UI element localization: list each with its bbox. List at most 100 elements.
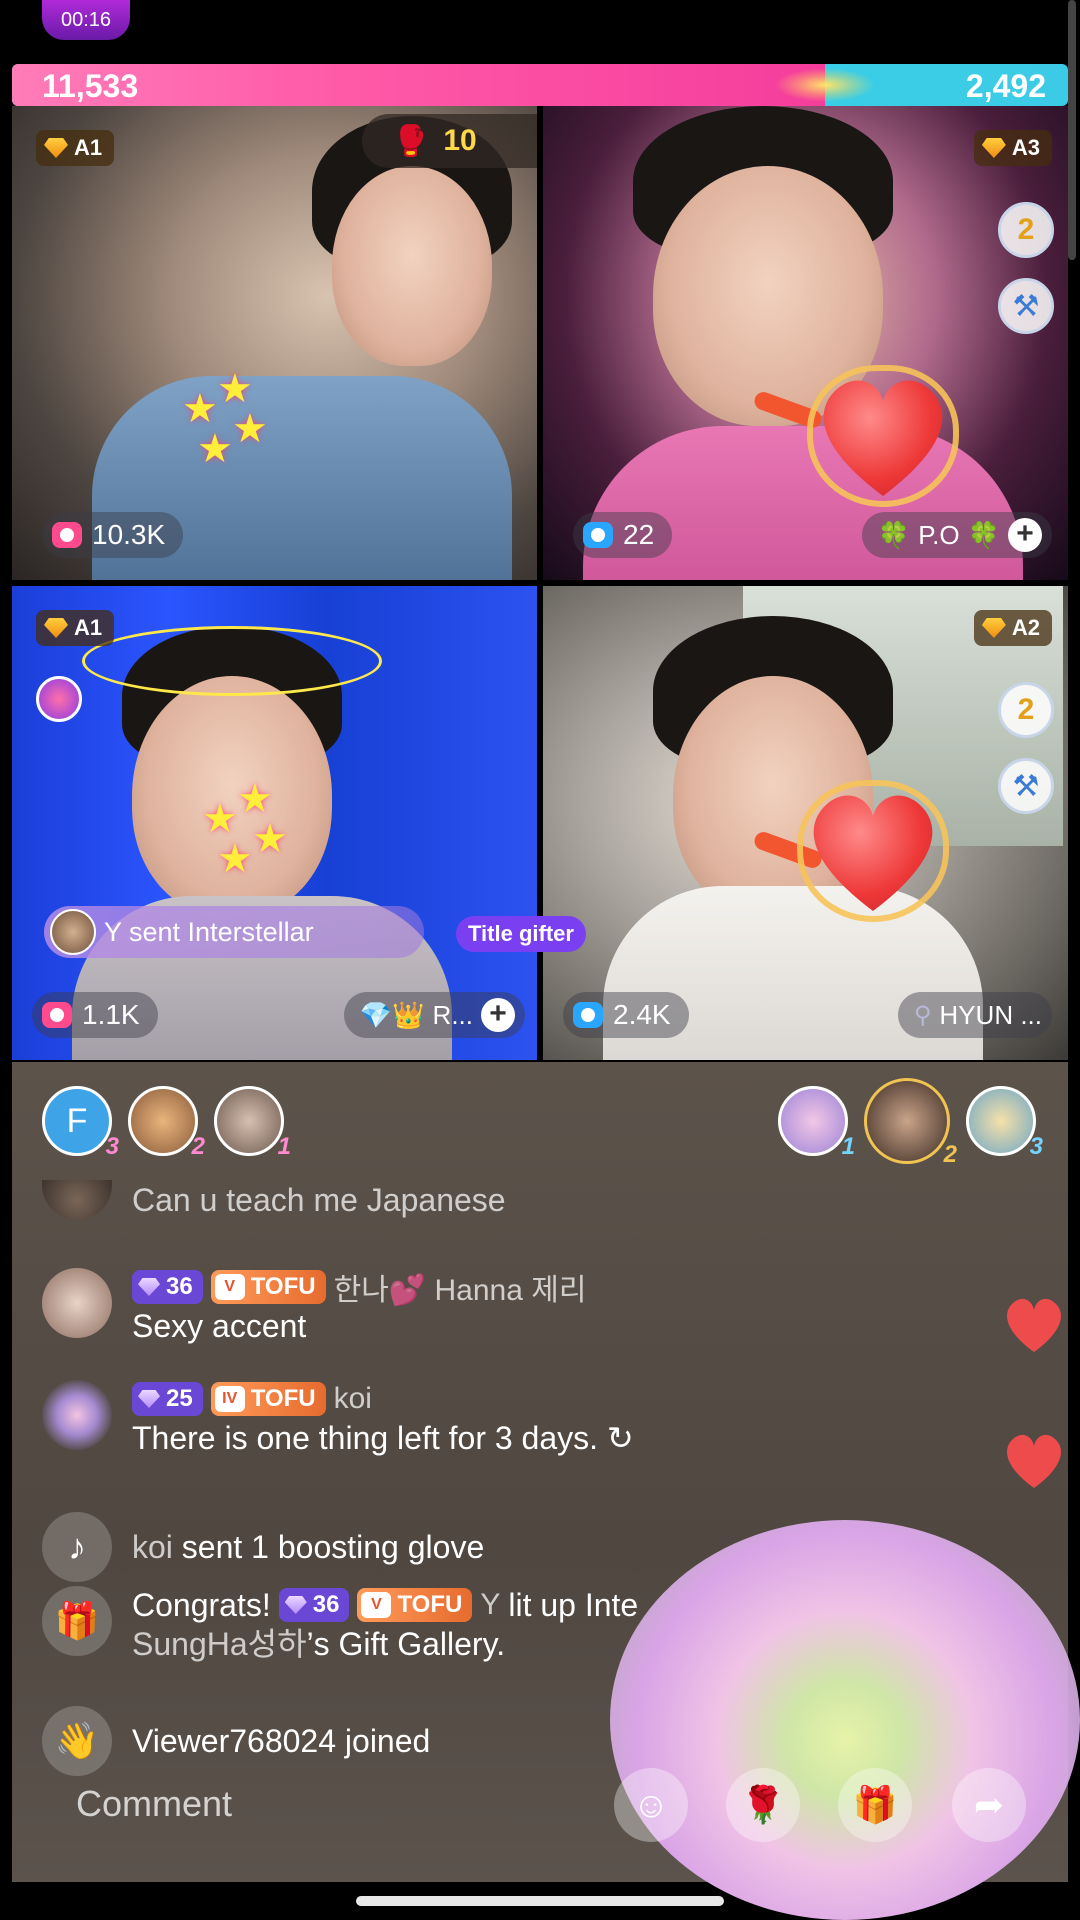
system-message-text: lit up Inte [508,1586,639,1623]
viewer-count-pill[interactable]: 10.3K [42,512,184,558]
gifter-rank: 1 [841,1133,855,1160]
viewer-count-pill[interactable]: 1.1K [32,992,158,1038]
scroll-indicator [1068,0,1076,260]
chat-message[interactable]: 36 V TOFU 한나💕 Hanna 제리 Sexy accent [42,1268,586,1346]
top-gifter-avatar[interactable]: 1 [778,1086,855,1160]
combo-count: 10 [443,124,477,157]
system-message-text: sent 1 boosting glove [181,1529,485,1565]
fan-heart-icon: IV [214,1386,245,1412]
video-tile-3[interactable]: ★ ★ ★ ★ A1 1.1K 💎👑 R... + [12,586,537,1060]
hammer-icon[interactable]: ⚒ [998,278,1054,334]
host-name: P.O [918,519,960,550]
stream-timer: 00:16 [60,8,112,31]
system-message-text: ’s Gift Gallery. [306,1626,506,1662]
title-gifter-tag: Title gifter [456,916,586,952]
chat-username[interactable]: koi [334,1382,372,1416]
host-name: HYUN ... [939,999,1042,1030]
level-number: 36 [312,1591,340,1618]
fan-club-badge: V TOFU [210,1270,326,1304]
combo-counter: 🥊 10 [362,114,537,168]
diamond-icon [44,138,68,158]
comment-input[interactable]: Comment [44,1768,624,1840]
video-tile-4[interactable]: A2 2 ⚒ 2.4K ⚲ HYUN ... [543,586,1068,1060]
viewer-count-pill[interactable]: 2.4K [563,992,689,1038]
video-tile-1[interactable]: ★ ★ ★ ★ A1 🥊 10 10.3K [12,106,537,580]
chat-username[interactable]: 한나💕 Hanna 제리 [334,1265,587,1309]
fan-club-name: TOFU [397,1591,463,1618]
camera-icon [42,1002,72,1028]
rose-icon: 🌹 [740,1784,786,1825]
chat-message-text: Can u teach me Japanese [132,1182,506,1218]
level-number: 25 [166,1385,193,1412]
level-label: A1 [74,615,103,640]
home-indicator[interactable] [356,1896,724,1906]
chat-message[interactable]: 25 IV TOFU koi There is one thing left fo… [42,1380,634,1458]
host-name-pill[interactable]: 💎👑 R... + [343,992,525,1038]
title-gifter-label: Title gifter [468,921,574,946]
chat-username[interactable]: Y [480,1588,500,1622]
top-gifter-avatar[interactable]: 2 [864,1078,957,1168]
gift-banner[interactable]: Y sent Interstellar [44,906,424,958]
user-level-badge: 25 [132,1382,203,1416]
follow-plus-icon[interactable]: + [481,998,515,1032]
emoji-button[interactable]: ☺ [614,1768,688,1842]
avatar [42,1380,112,1450]
search-badge-icon: ⚲ [913,1001,932,1029]
rose-gift-button[interactable]: 🌹 [726,1768,800,1842]
pk-score-right: 2,492 [965,68,1046,104]
camera-icon [583,522,613,548]
chat-message-text: There is one thing left for 3 days. ↻ [132,1420,634,1456]
follow-plus-icon[interactable]: + [1008,518,1042,552]
gem-icon [284,1596,307,1614]
halo-ring [82,626,382,696]
gifter-rank: 3 [1029,1133,1043,1160]
angry-heart-sticker [797,780,949,922]
system-message: 🎁 Congrats! 36 V TOFU Y lit up Inte SungH… [42,1586,638,1664]
tiktok-icon: ♪ [42,1512,112,1582]
viewer-count: 1.1K [82,999,140,1030]
pk-score-left: 11,533 [42,68,139,104]
system-message-text: Viewer768024 joined [132,1723,431,1759]
gem-icon [138,1390,160,1408]
booster-number: 2 [1017,213,1035,246]
gifter-rank: 1 [277,1133,291,1160]
camera-icon [573,1002,603,1028]
camera-icon [52,522,82,548]
pk-score-bar: 11,533 2,492 [12,64,1068,106]
congrats-label: Congrats! [132,1586,271,1623]
booster-2x-icon[interactable]: 2 [998,202,1054,258]
pk-spark-effect [775,68,876,102]
chat-username[interactable]: SungHa성하 [132,1626,307,1662]
comment-placeholder: Comment [76,1783,233,1824]
clover-icon: 🍀 [967,519,1000,550]
fan-club-badge: IV TOFU [210,1382,326,1416]
glove-icon: 🥊 [392,124,430,158]
booster-2x-icon[interactable]: 2 [998,682,1054,738]
rocket-icon[interactable] [36,676,82,722]
share-button[interactable]: ➦ [952,1768,1026,1842]
angry-heart-sticker [807,365,959,507]
top-gifter-avatar[interactable]: 3 [966,1086,1043,1160]
top-gifter-avatar[interactable]: F 3 [42,1086,119,1160]
video-tile-2[interactable]: A3 2 ⚒ 22 🍀 P.O 🍀 + [543,106,1068,580]
avatar [42,1268,112,1338]
host-name-pill[interactable]: ⚲ HYUN ... [897,992,1052,1038]
stars-effect: ★ ★ ★ ★ [202,777,288,881]
host-name-pill[interactable]: 🍀 P.O 🍀 + [861,512,1052,558]
viewer-count: 2.4K [613,999,671,1030]
chat-username[interactable]: koi [132,1529,173,1565]
avatar-initial: F [66,1101,88,1140]
clover-icon: 🍀 [877,519,911,550]
fan-club-badge: V TOFU [357,1588,473,1622]
system-message: 👋 Viewer768024 joined [42,1706,430,1776]
gift-button[interactable]: 🎁 [838,1768,912,1842]
avatar [50,909,96,955]
top-gifter-avatar[interactable]: 1 [214,1086,291,1160]
chat-message-text: Sexy accent [132,1308,307,1344]
viewer-count-pill[interactable]: 22 [573,512,673,558]
top-gifter-avatar[interactable]: 2 [128,1086,205,1160]
avatar [42,1180,112,1220]
stream-timer-badge: 00:16 [42,0,130,40]
hammer-icon[interactable]: ⚒ [998,758,1054,814]
level-badge: A2 [973,610,1052,646]
